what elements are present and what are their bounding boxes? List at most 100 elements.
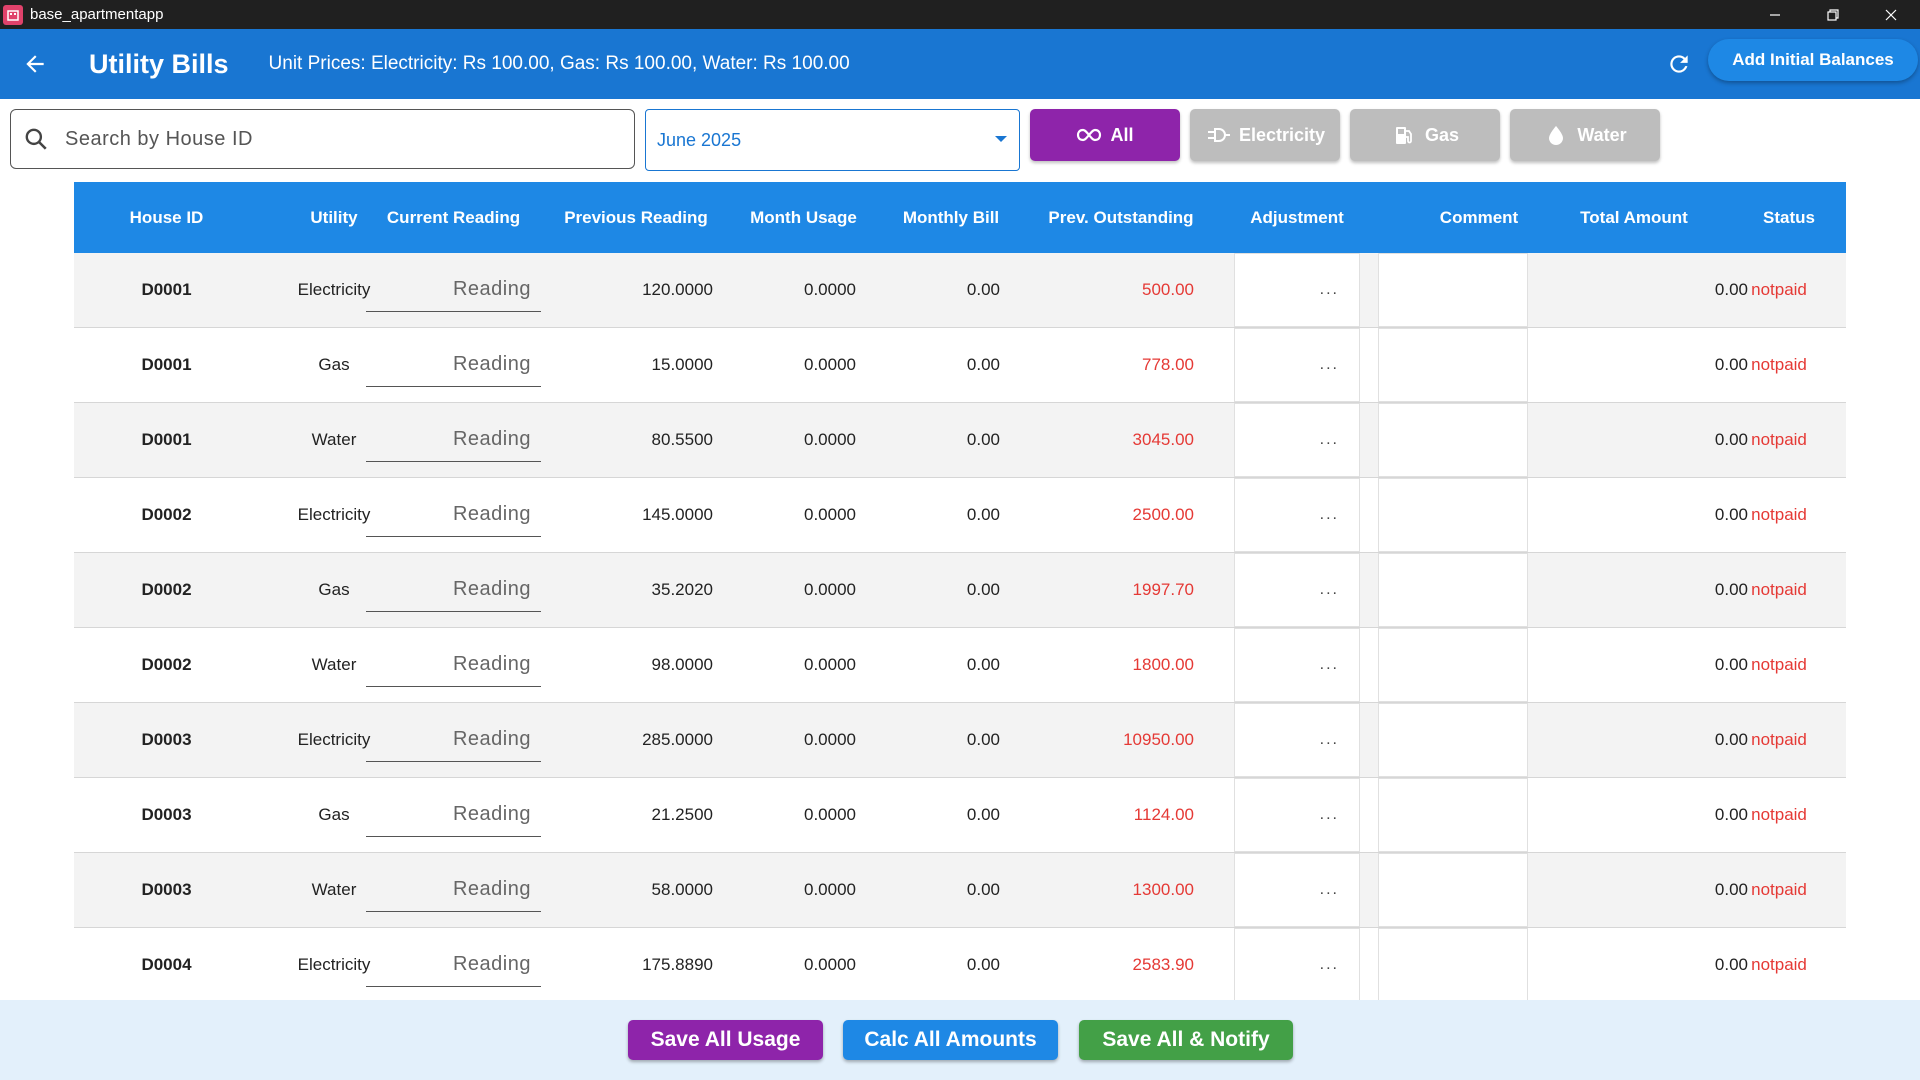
reading-placeholder: Reading bbox=[366, 652, 541, 687]
prev-outstanding-cell: 10950.00 bbox=[1123, 730, 1194, 749]
current-reading-input[interactable]: Reading bbox=[366, 778, 541, 852]
table-row: D0003 Gas Reading 21.2500 0.0000 0.00 1124.00.… bbox=[74, 778, 1846, 853]
electric-plug-icon bbox=[1207, 128, 1230, 142]
month-usage-cell: 0.0000 bbox=[804, 280, 856, 299]
search-field[interactable] bbox=[10, 109, 635, 169]
month-dropdown[interactable]: June 2025 bbox=[645, 109, 1020, 171]
status-badge: notpaid bbox=[1751, 655, 1807, 674]
current-reading-input[interactable]: Reading bbox=[366, 628, 541, 702]
filter-water-button[interactable]: Water bbox=[1510, 109, 1660, 161]
previous-reading-cell: 120.0000 bbox=[642, 280, 713, 299]
water-drop-icon bbox=[1549, 126, 1564, 145]
back-arrow-icon[interactable] bbox=[21, 50, 49, 78]
table-row: D0004 Electricity Reading 175.8890 0.0000 0.0… bbox=[74, 928, 1846, 1000]
house-id-cell: D0003 bbox=[141, 730, 192, 749]
minimize-button[interactable] bbox=[1746, 0, 1804, 29]
current-reading-input[interactable]: Reading bbox=[366, 553, 541, 627]
close-button[interactable] bbox=[1862, 0, 1920, 29]
status-badge: notpaid bbox=[1751, 805, 1807, 824]
comment-input[interactable] bbox=[1378, 628, 1528, 702]
month-usage-cell: 0.0000 bbox=[804, 730, 856, 749]
filter-electricity-label: Electricity bbox=[1238, 124, 1326, 145]
house-id-cell: D0002 bbox=[141, 655, 192, 674]
header-comment: Comment bbox=[1439, 207, 1519, 227]
save-all-usage-button[interactable]: Save All Usage bbox=[628, 1020, 823, 1060]
prev-outstanding-cell: 2583.90 bbox=[1132, 955, 1194, 974]
filter-all-button[interactable]: All bbox=[1030, 109, 1180, 161]
status-badge: notpaid bbox=[1751, 955, 1807, 974]
restore-button[interactable] bbox=[1804, 0, 1862, 29]
adjustment-input[interactable]: ... bbox=[1234, 478, 1360, 552]
house-id-cell: D0002 bbox=[141, 580, 192, 599]
previous-reading-cell: 98.0000 bbox=[651, 655, 713, 674]
reading-placeholder: Reading bbox=[366, 577, 541, 612]
previous-reading-cell: 35.2020 bbox=[651, 580, 713, 599]
unit-prices-text: Unit Prices: Electricity: Rs 100.00, Gas… bbox=[268, 53, 850, 74]
prev-outstanding-cell: 778.00 bbox=[1142, 355, 1194, 374]
prev-outstanding-cell: 2500.00 bbox=[1132, 505, 1194, 524]
utility-bills-table: House ID Utility Current Reading Previou… bbox=[74, 182, 1846, 1000]
filter-all-label: All bbox=[1110, 124, 1134, 145]
current-reading-input[interactable]: Reading bbox=[366, 928, 541, 1000]
status-badge: notpaid bbox=[1751, 580, 1807, 599]
current-reading-input[interactable]: Reading bbox=[366, 478, 541, 552]
comment-input[interactable] bbox=[1378, 553, 1528, 627]
window-titlebar: base_apartmentapp bbox=[0, 0, 1920, 29]
status-badge: notpaid bbox=[1751, 730, 1807, 749]
header-total-amount: Total Amount bbox=[1580, 207, 1688, 227]
comment-input[interactable] bbox=[1378, 778, 1528, 852]
comment-input[interactable] bbox=[1378, 928, 1528, 1000]
monthly-bill-cell: 0.00 bbox=[966, 580, 1000, 599]
month-usage-cell: 0.0000 bbox=[804, 505, 856, 524]
save-all-notify-button[interactable]: Save All & Notify bbox=[1079, 1020, 1293, 1060]
search-input[interactable] bbox=[65, 127, 605, 151]
comment-input[interactable] bbox=[1378, 853, 1528, 927]
adjustment-input[interactable]: ... bbox=[1234, 253, 1360, 327]
previous-reading-cell: 175.8890 bbox=[642, 955, 713, 974]
header-monthly-bill: Monthly Bill bbox=[902, 207, 1000, 227]
table-header: House ID Utility Current Reading Previou… bbox=[74, 182, 1846, 253]
current-reading-input[interactable]: Reading bbox=[366, 703, 541, 777]
current-reading-input[interactable]: Reading bbox=[366, 403, 541, 477]
table-row: D0001 Water Reading 80.5500 0.0000 0.00 3045.0… bbox=[74, 403, 1846, 478]
refresh-icon[interactable] bbox=[1664, 49, 1694, 79]
adjustment-input[interactable]: ... bbox=[1234, 328, 1360, 402]
adjustment-input[interactable]: ... bbox=[1234, 703, 1360, 777]
adjustment-input[interactable]: ... bbox=[1234, 928, 1360, 1000]
monthly-bill-cell: 0.00 bbox=[966, 880, 1000, 899]
header-prev-outstanding: Prev. Outstanding bbox=[1048, 207, 1194, 227]
prev-outstanding-cell: 3045.00 bbox=[1132, 430, 1194, 449]
comment-input[interactable] bbox=[1378, 478, 1528, 552]
app-bar: Utility Bills Unit Prices: Electricity: … bbox=[0, 29, 1920, 99]
current-reading-input[interactable]: Reading bbox=[366, 328, 541, 402]
current-reading-input[interactable]: Reading bbox=[366, 253, 541, 327]
filter-electricity-button[interactable]: Electricity bbox=[1190, 109, 1340, 161]
previous-reading-cell: 21.2500 bbox=[651, 805, 713, 824]
prev-outstanding-cell: 1997.70 bbox=[1132, 580, 1194, 599]
status-badge: notpaid bbox=[1751, 505, 1807, 524]
adjustment-input[interactable]: ... bbox=[1234, 553, 1360, 627]
month-usage-cell: 0.0000 bbox=[804, 355, 856, 374]
house-id-cell: D0001 bbox=[141, 355, 192, 374]
monthly-bill-cell: 0.00 bbox=[966, 805, 1000, 824]
monthly-bill-cell: 0.00 bbox=[966, 505, 1000, 524]
filter-gas-button[interactable]: Gas bbox=[1350, 109, 1500, 161]
adjustment-input[interactable]: ... bbox=[1234, 403, 1360, 477]
table-row: D0001 Gas Reading 15.0000 0.0000 0.00 778.00..… bbox=[74, 328, 1846, 403]
comment-input[interactable] bbox=[1378, 703, 1528, 777]
adjustment-input[interactable]: ... bbox=[1234, 778, 1360, 852]
calc-all-amounts-button[interactable]: Calc All Amounts bbox=[843, 1020, 1058, 1060]
adjustment-input[interactable]: ... bbox=[1234, 853, 1360, 927]
add-initial-balances-button[interactable]: Add Initial Balances bbox=[1708, 39, 1918, 81]
month-usage-cell: 0.0000 bbox=[804, 805, 856, 824]
comment-input[interactable] bbox=[1378, 403, 1528, 477]
table-row: D0001 Electricity Reading 120.0000 0.0000 0.0… bbox=[74, 253, 1846, 328]
current-reading-input[interactable]: Reading bbox=[366, 853, 541, 927]
total-amount-cell: 0.00 bbox=[1714, 955, 1748, 974]
comment-input[interactable] bbox=[1378, 253, 1528, 327]
adjustment-input[interactable]: ... bbox=[1234, 628, 1360, 702]
reading-placeholder: Reading bbox=[366, 427, 541, 462]
comment-input[interactable] bbox=[1378, 328, 1528, 402]
house-id-cell: D0001 bbox=[141, 430, 192, 449]
table-row: D0003 Electricity Reading 285.0000 0.0000 0.0… bbox=[74, 703, 1846, 778]
